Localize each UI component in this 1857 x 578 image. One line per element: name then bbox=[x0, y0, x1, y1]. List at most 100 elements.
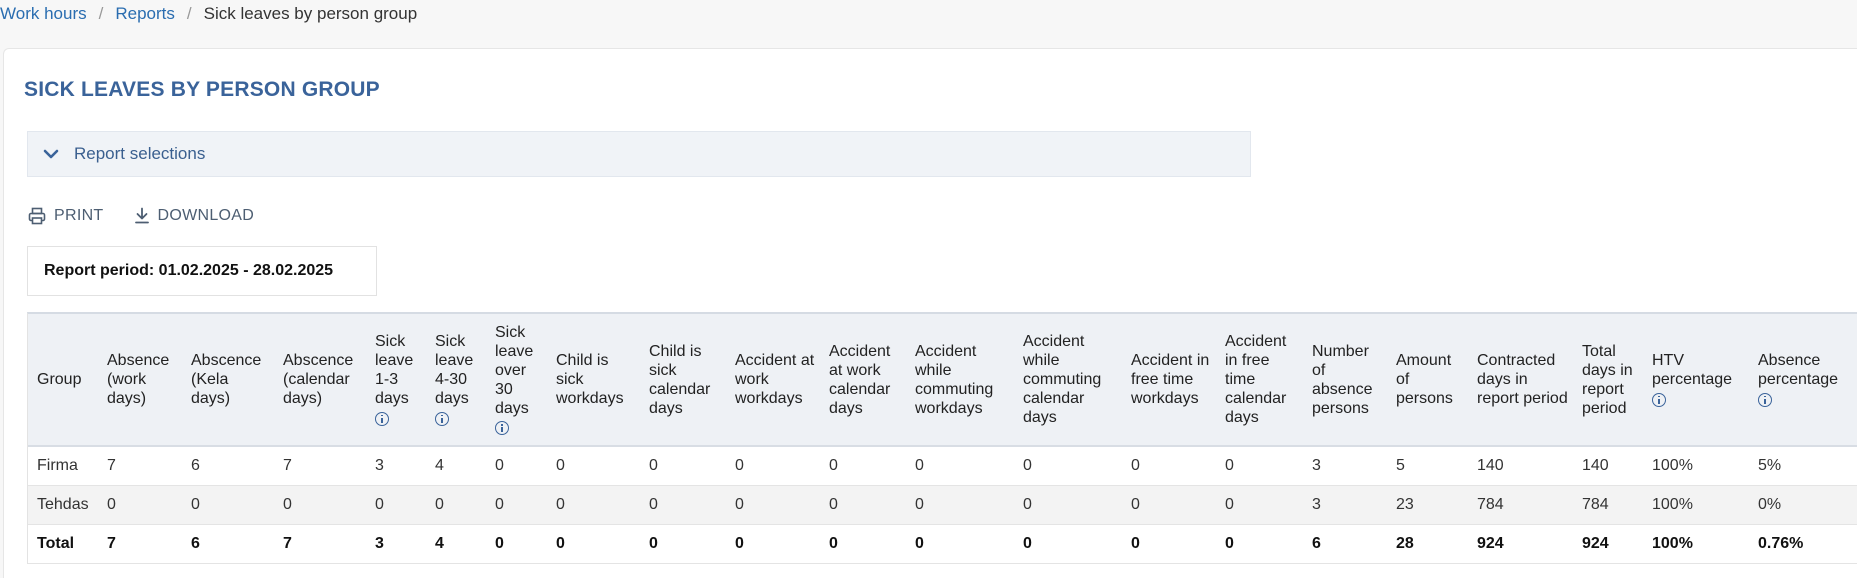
download-button[interactable]: DOWNLOAD bbox=[134, 207, 255, 225]
column-header-group[interactable]: Group bbox=[28, 314, 98, 447]
table-cell: 0 bbox=[1216, 524, 1303, 564]
column-header-child-sick-workdays[interactable]: Child is sick workdays bbox=[547, 314, 640, 447]
table-cell: 784 bbox=[1468, 485, 1573, 525]
table-cell: 5% bbox=[1749, 446, 1857, 486]
table-cell: 0 bbox=[1014, 524, 1122, 564]
table-cell: 0 bbox=[726, 524, 820, 564]
table-cell: 7 bbox=[98, 446, 182, 486]
column-header-sick-leave-4-30[interactable]: Sick leave 4-30 days bbox=[426, 314, 486, 447]
table-cell: 0 bbox=[640, 524, 726, 564]
column-header-absence-percentage[interactable]: Absence percentage bbox=[1749, 314, 1857, 447]
column-header-accident-free-time-workdays[interactable]: Accident in free time workdays bbox=[1122, 314, 1216, 447]
column-header-total-days[interactable]: Total days in report period bbox=[1573, 314, 1643, 447]
table-cell: 0 bbox=[98, 485, 182, 525]
table-cell: 0 bbox=[640, 485, 726, 525]
table-cell: Total bbox=[28, 524, 98, 564]
table-cell: 0 bbox=[906, 485, 1014, 525]
table-cell: 0 bbox=[274, 485, 366, 525]
table-cell: 924 bbox=[1468, 524, 1573, 564]
table-cell: 7 bbox=[98, 524, 182, 564]
table-cell: 0 bbox=[906, 446, 1014, 486]
table-cell: Firma bbox=[28, 446, 98, 486]
table-cell: 0 bbox=[547, 446, 640, 486]
table-cell: 0 bbox=[366, 485, 426, 525]
breadcrumb-link-work-hours[interactable]: Work hours bbox=[0, 4, 87, 24]
info-icon[interactable] bbox=[1652, 392, 1666, 407]
table-cell: Tehdas bbox=[28, 485, 98, 525]
table-cell: 3 bbox=[1303, 485, 1387, 525]
table-cell: 0 bbox=[640, 446, 726, 486]
page-title: SICK LEAVES BY PERSON GROUP bbox=[24, 78, 380, 101]
report-period: Report period: 01.02.2025 - 28.02.2025 bbox=[27, 246, 377, 296]
table-cell: 100% bbox=[1643, 485, 1749, 525]
table-cell: 28 bbox=[1387, 524, 1468, 564]
column-header-contracted-days[interactable]: Contracted days in report period bbox=[1468, 314, 1573, 447]
table-cell: 0 bbox=[486, 446, 547, 486]
report-selections-toggle[interactable]: Report selections bbox=[27, 131, 1251, 177]
column-header-accident-commuting-calendar-days[interactable]: Accident while commuting calendar days bbox=[1014, 314, 1122, 447]
column-header-accident-work-calendar-days[interactable]: Accident at work calendar days bbox=[820, 314, 906, 447]
chevron-down-icon bbox=[43, 149, 59, 159]
column-header-number-absence-persons[interactable]: Number of absence persons bbox=[1303, 314, 1387, 447]
report-table-container: Group Absence (work days) Abscence (Kela… bbox=[27, 312, 1857, 564]
info-icon[interactable] bbox=[1758, 392, 1772, 407]
table-cell: 0 bbox=[1014, 446, 1122, 486]
column-header-absence-work-days[interactable]: Absence (work days) bbox=[98, 314, 182, 447]
info-icon[interactable] bbox=[375, 411, 389, 426]
table-cell: 0 bbox=[547, 485, 640, 525]
table-cell: 0 bbox=[486, 524, 547, 564]
table-cell: 3 bbox=[366, 524, 426, 564]
printer-icon bbox=[28, 207, 46, 225]
report-selections-label: Report selections bbox=[74, 144, 206, 163]
table-cell: 4 bbox=[426, 446, 486, 486]
table-cell: 0 bbox=[1216, 446, 1303, 486]
column-header-accident-commuting-workdays[interactable]: Accident while commuting workdays bbox=[906, 314, 1014, 447]
column-header-accident-free-time-calendar-days[interactable]: Accident in free time calendar days bbox=[1216, 314, 1303, 447]
info-icon[interactable] bbox=[435, 411, 449, 426]
table-cell: 140 bbox=[1468, 446, 1573, 486]
table-cell: 0 bbox=[486, 485, 547, 525]
download-icon bbox=[134, 207, 149, 224]
table-cell: 3 bbox=[1303, 446, 1387, 486]
table-cell: 0 bbox=[1216, 485, 1303, 525]
breadcrumb-separator: / bbox=[98, 4, 104, 23]
table-cell: 0 bbox=[547, 524, 640, 564]
table-cell: 0 bbox=[726, 446, 820, 486]
table-cell: 0 bbox=[820, 524, 906, 564]
table-cell: 0 bbox=[726, 485, 820, 525]
table-cell: 7 bbox=[274, 446, 366, 486]
table-cell: 0 bbox=[182, 485, 274, 525]
table-row: Firma 7 6 7 3 4 0 0 0 0 0 0 0 0 0 3 5 14… bbox=[28, 446, 1857, 486]
table-cell: 784 bbox=[1573, 485, 1643, 525]
column-header-child-sick-calendar-days[interactable]: Child is sick calendar days bbox=[640, 314, 726, 447]
table-cell: 6 bbox=[182, 446, 274, 486]
table-row: Tehdas 0 0 0 0 0 0 0 0 0 0 0 0 0 0 3 23 … bbox=[28, 485, 1857, 525]
info-icon[interactable] bbox=[495, 421, 509, 436]
column-header-absence-kela-days[interactable]: Abscence (Kela days) bbox=[182, 314, 274, 447]
column-header-accident-work-workdays[interactable]: Accident at work workdays bbox=[726, 314, 820, 447]
breadcrumb-separator: / bbox=[186, 4, 192, 23]
table-cell: 0 bbox=[1122, 524, 1216, 564]
table-cell: 23 bbox=[1387, 485, 1468, 525]
table-cell: 0 bbox=[1122, 446, 1216, 486]
column-header-sick-leave-over-30[interactable]: Sick leave over 30 days bbox=[486, 314, 547, 447]
breadcrumb: Work hours / Reports / Sick leaves by pe… bbox=[0, 0, 417, 28]
table-cell: 0 bbox=[426, 485, 486, 525]
table-cell: 5 bbox=[1387, 446, 1468, 486]
table-cell: 0.76% bbox=[1749, 524, 1857, 564]
table-cell: 924 bbox=[1573, 524, 1643, 564]
table-cell: 0% bbox=[1749, 485, 1857, 525]
table-cell: 0 bbox=[820, 485, 906, 525]
print-button[interactable]: PRINT bbox=[28, 207, 104, 225]
column-header-amount-of-persons[interactable]: Amount of persons bbox=[1387, 314, 1468, 447]
column-header-sick-leave-1-3[interactable]: Sick leave 1-3 days bbox=[366, 314, 426, 447]
table-cell: 100% bbox=[1643, 446, 1749, 486]
table-total-row: Total 7 6 7 3 4 0 0 0 0 0 0 0 0 0 6 28 9… bbox=[28, 524, 1857, 564]
breadcrumb-link-reports[interactable]: Reports bbox=[115, 4, 175, 24]
table-cell: 140 bbox=[1573, 446, 1643, 486]
table-cell: 6 bbox=[182, 524, 274, 564]
table-cell: 4 bbox=[426, 524, 486, 564]
column-header-htv-percentage[interactable]: HTV percentage bbox=[1643, 314, 1749, 447]
column-header-absence-calendar-days[interactable]: Abscence (calendar days) bbox=[274, 314, 366, 447]
table-cell: 0 bbox=[1014, 485, 1122, 525]
